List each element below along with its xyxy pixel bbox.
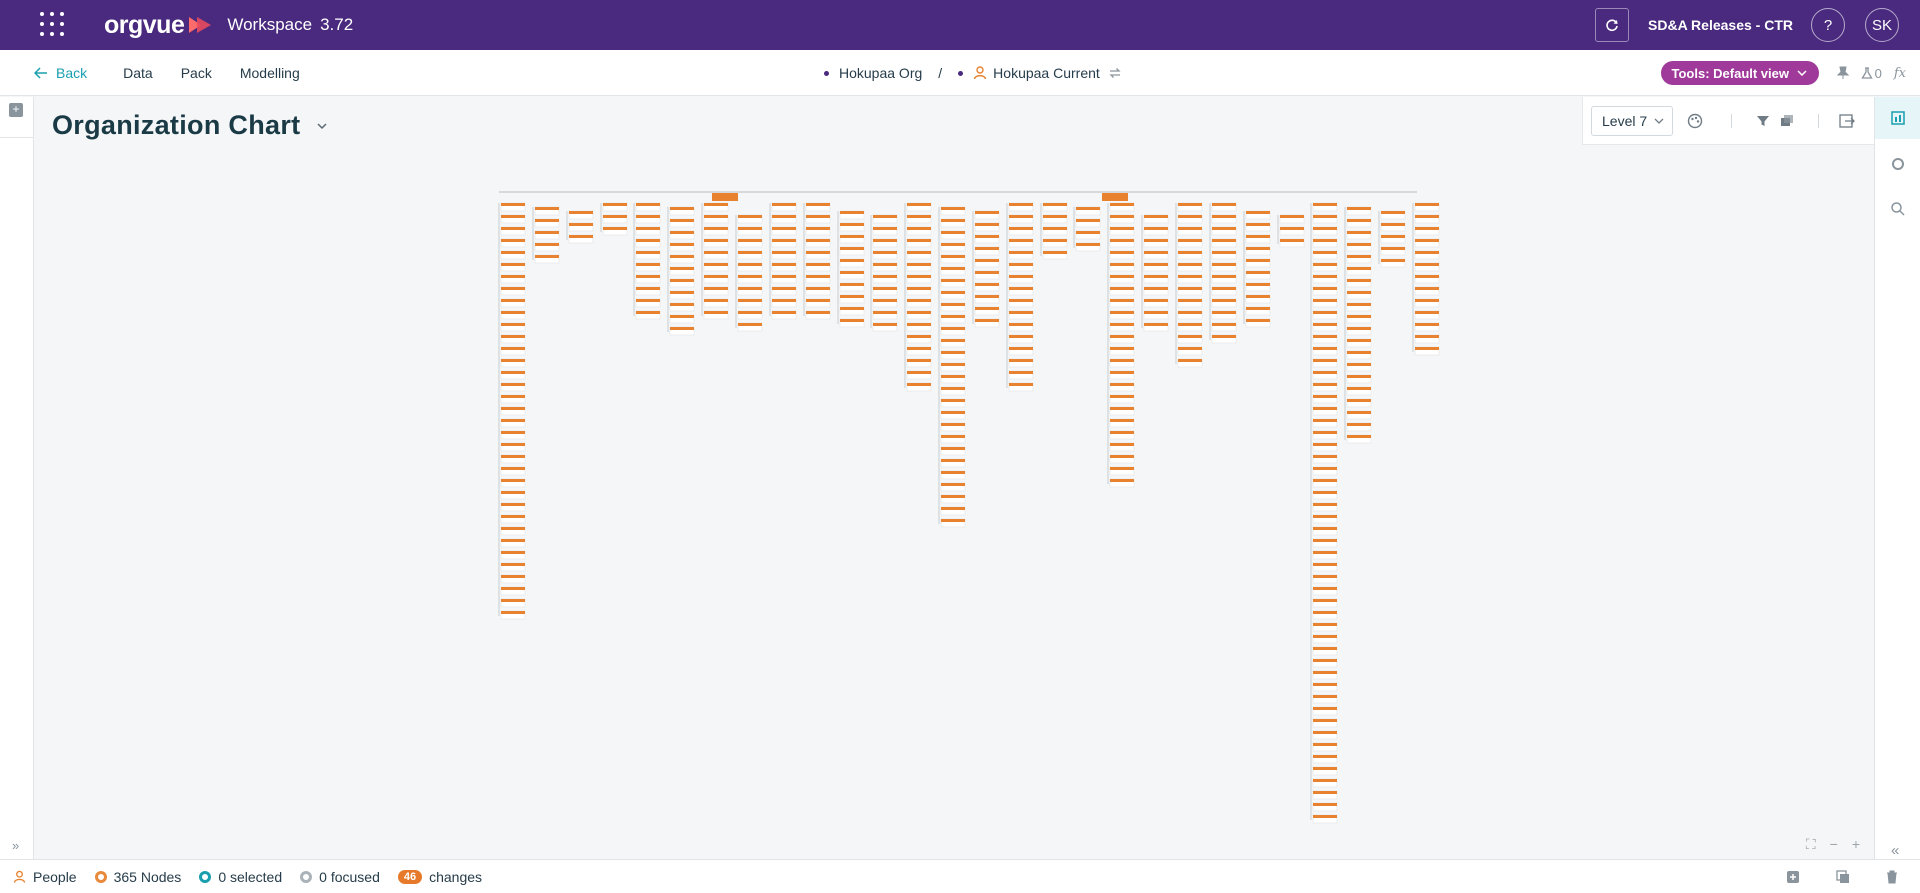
export-icon[interactable] (1839, 113, 1855, 128)
workspace-version: 3.72 (320, 15, 354, 34)
add-panel-icon[interactable]: + (9, 103, 23, 117)
selected-label: 0 selected (218, 868, 283, 885)
level-select-value: Level 7 (1602, 112, 1648, 129)
people-label: People (33, 868, 77, 885)
filter-icon[interactable] (1756, 114, 1770, 128)
layers-icon[interactable] (1780, 114, 1794, 128)
user-avatar[interactable]: SK (1865, 8, 1899, 42)
chart-icon[interactable] (1889, 109, 1907, 127)
view-dot-icon (958, 70, 964, 76)
focused-indicator[interactable]: 0 focused (300, 869, 380, 885)
tools-view-dropdown[interactable]: Tools: Default view (1660, 61, 1819, 85)
nav-item-modelling[interactable]: Modelling (240, 65, 300, 81)
people-indicator[interactable]: People (13, 869, 77, 885)
copy-icon[interactable] (1836, 870, 1850, 884)
formula-icon[interactable]: fx (1894, 66, 1906, 81)
brand-logo[interactable]: orgvue (104, 11, 213, 40)
changes-label: changes (429, 868, 483, 885)
app-launcher-icon[interactable] (40, 12, 66, 38)
flask-icon (1860, 67, 1873, 79)
trash-icon[interactable] (1886, 870, 1898, 884)
zoom-in-icon[interactable]: + (1852, 836, 1860, 853)
org-node-header[interactable] (712, 193, 738, 201)
circle-icon[interactable] (1889, 155, 1907, 173)
org-chart[interactable] (34, 145, 1874, 835)
nav-item-pack[interactable]: Pack (181, 65, 212, 81)
breadcrumb-separator: / (938, 65, 943, 81)
help-button[interactable]: ? (1811, 8, 1845, 42)
page-title-text: Organization Chart (52, 110, 301, 140)
arrow-left-icon (34, 66, 47, 79)
selected-icon (199, 870, 212, 883)
brand-mark-icon (189, 17, 212, 33)
expand-panel-icon[interactable]: » (12, 838, 19, 853)
org-chart-canvas[interactable] (34, 145, 1874, 845)
org-node-header[interactable] (1102, 193, 1128, 201)
sync-button[interactable] (1595, 8, 1630, 42)
search-icon[interactable] (1889, 200, 1907, 218)
focused-label: 0 focused (319, 868, 380, 885)
nav-bar: Back Data Pack Modelling Hokupaa Org / H… (0, 50, 1920, 96)
tools-view-label: Tools: Default view (1671, 65, 1790, 81)
refresh-icon (1606, 19, 1618, 32)
brand-name: orgvue (104, 10, 185, 39)
page-title[interactable]: Organization Chart (52, 110, 328, 141)
person-icon (13, 870, 26, 883)
nodes-indicator[interactable]: 365 Nodes (94, 868, 182, 885)
selected-indicator[interactable]: 0 selected (199, 869, 282, 885)
toolbar-divider (1818, 113, 1819, 128)
canvas-toolbar: Level 7 (1582, 97, 1874, 145)
palette-icon[interactable] (1687, 113, 1703, 129)
top-bar: orgvue Workspace 3.72 SD&A Releases - CT… (0, 0, 1920, 50)
pin-icon[interactable] (1836, 66, 1849, 80)
breadcrumb-view[interactable]: Hokupaa Current (993, 65, 1100, 81)
nav-item-data[interactable]: Data (123, 65, 153, 81)
back-button[interactable]: Back (34, 65, 87, 81)
zoom-out-icon[interactable]: − (1830, 836, 1838, 853)
nodes-icon (94, 870, 107, 883)
chevron-down-icon (317, 122, 327, 129)
breadcrumb: Hokupaa Org / Hokupaa Current (824, 50, 1122, 96)
nodes-label: 365 Nodes (113, 868, 182, 885)
user-count[interactable]: 0 (1860, 65, 1882, 81)
toolbar-divider (1731, 113, 1732, 128)
chevron-down-icon (1654, 118, 1664, 124)
release-name[interactable]: SD&A Releases - CTR (1648, 17, 1793, 33)
person-icon (973, 66, 987, 80)
fit-screen-icon[interactable]: ⛶ (1806, 836, 1816, 853)
collapse-panel-icon[interactable]: « (1891, 842, 1899, 859)
chevron-down-icon (1797, 70, 1807, 76)
focused-icon (300, 870, 313, 883)
changes-badge: 46 (397, 869, 423, 884)
swap-icon (1109, 68, 1121, 78)
back-label: Back (56, 64, 88, 81)
status-bar: People 365 Nodes 0 selected 0 focused 46… (0, 859, 1920, 893)
right-panel: « (1874, 97, 1920, 859)
user-count-value: 0 (1874, 65, 1882, 81)
workspace-label: Workspace (227, 15, 313, 34)
level-select[interactable]: Level 7 (1591, 105, 1673, 136)
breadcrumb-org[interactable]: Hokupaa Org (839, 65, 922, 81)
add-node-icon[interactable] (1786, 870, 1800, 884)
org-dot-icon (824, 70, 829, 76)
changes-indicator[interactable]: 46 changes (397, 868, 483, 885)
left-panel: + » (0, 97, 34, 859)
